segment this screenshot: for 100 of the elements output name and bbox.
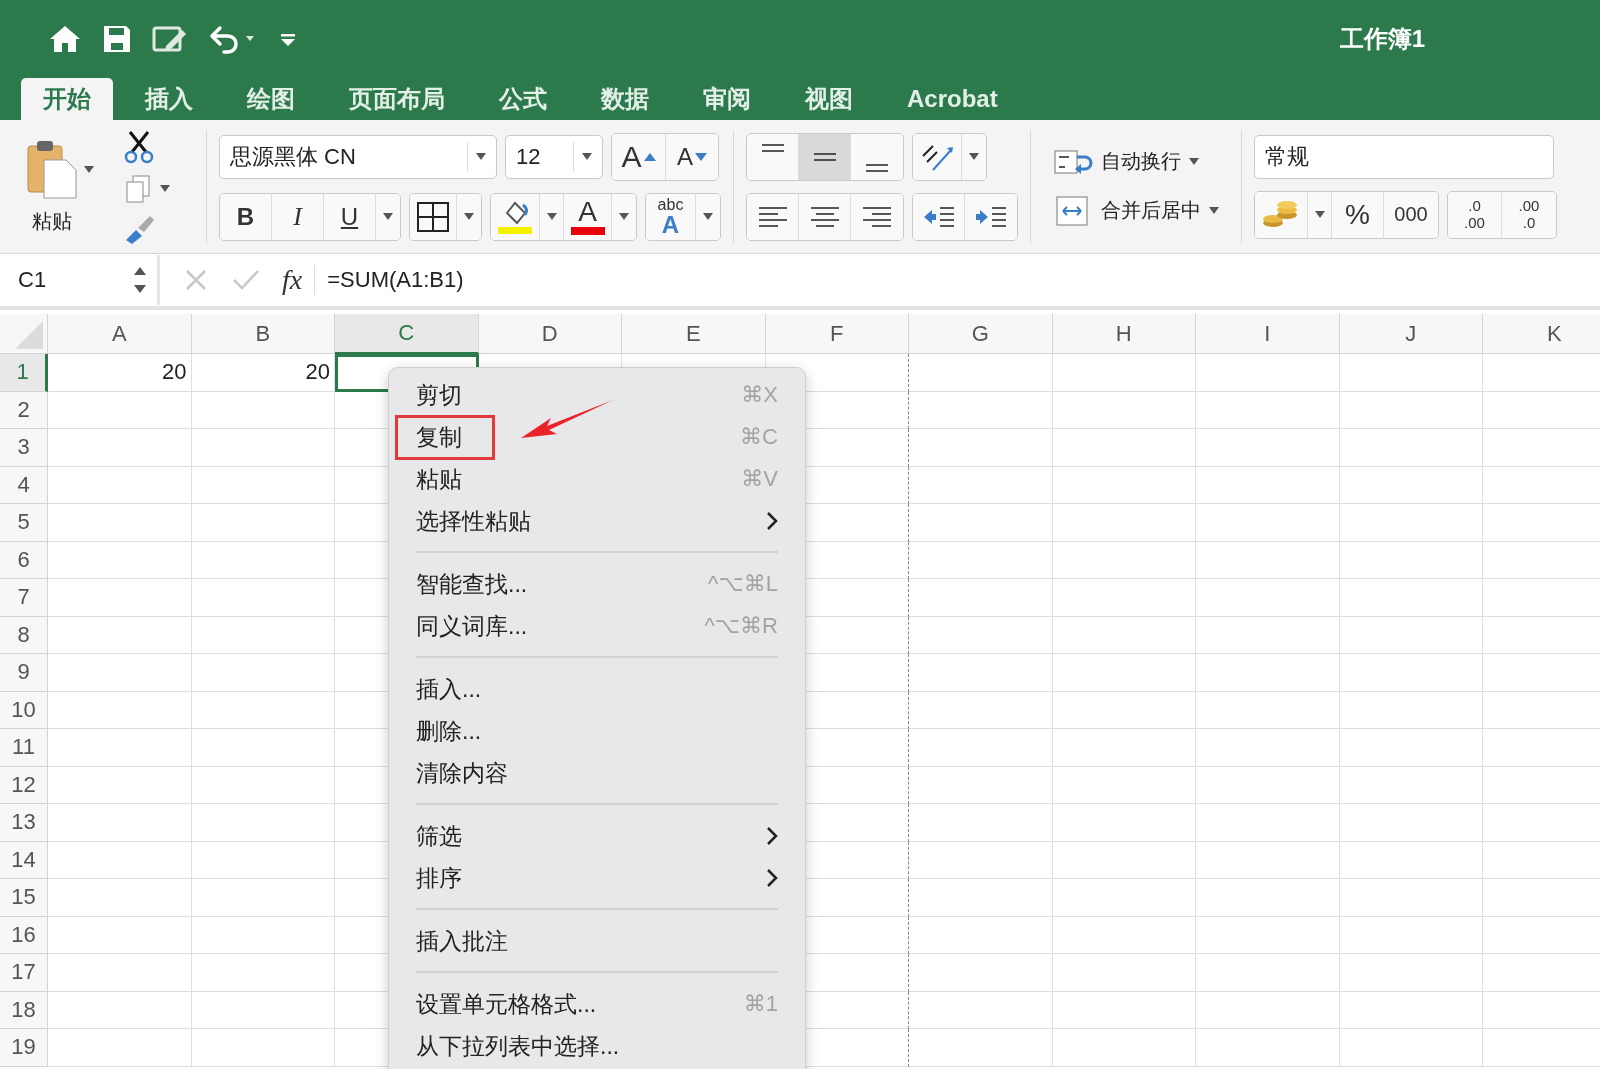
caret-icon xyxy=(619,212,629,221)
ribbon-tab[interactable]: 视图 xyxy=(778,78,880,120)
caret-icon xyxy=(703,212,713,221)
row-header[interactable]: 7 xyxy=(0,579,48,617)
menu-item[interactable]: 插入批注 xyxy=(389,920,805,962)
align-middle-icon xyxy=(812,152,837,161)
column-header[interactable]: F xyxy=(765,314,909,354)
spelling-button[interactable]: abc A xyxy=(646,193,696,240)
row-header[interactable]: 12 xyxy=(0,766,48,804)
row-header[interactable]: 14 xyxy=(0,841,48,879)
column-header[interactable]: H xyxy=(1052,314,1196,354)
borders-button[interactable] xyxy=(410,193,457,240)
menu-item[interactable]: 排序 xyxy=(389,857,805,899)
menu-item[interactable]: 清除内容 xyxy=(389,752,805,794)
menu-item[interactable]: 从下拉列表中选择... xyxy=(389,1025,805,1067)
formula-field[interactable]: =SUM(A1:B1) xyxy=(327,267,464,293)
column-header[interactable]: B xyxy=(191,314,335,354)
menu-item[interactable]: 同义词库... ^⌥⌘R xyxy=(389,605,805,647)
align-left-button[interactable] xyxy=(747,193,799,240)
number-format-field[interactable]: 常规 xyxy=(1254,134,1554,179)
triangle-icon xyxy=(15,321,43,349)
column-header[interactable]: E xyxy=(622,314,766,354)
column-header[interactable]: I xyxy=(1196,314,1340,354)
row-header[interactable]: 18 xyxy=(0,991,48,1029)
row-header[interactable]: 1 xyxy=(0,354,48,392)
fill-color-button[interactable] xyxy=(491,193,540,240)
row-header[interactable]: 11 xyxy=(0,729,48,767)
row-header[interactable]: 9 xyxy=(0,654,48,692)
ribbon-tab[interactable]: 页面布局 xyxy=(322,78,472,120)
grid-icon xyxy=(416,200,450,233)
wrap-text-button[interactable]: 自动换行 xyxy=(1049,146,1223,177)
grow-font-button[interactable]: A xyxy=(612,133,666,180)
row-header[interactable]: 2 xyxy=(0,391,48,429)
menu-item[interactable]: 剪切 ⌘X xyxy=(389,374,805,416)
row-header[interactable]: 5 xyxy=(0,504,48,542)
caret-icon xyxy=(1189,157,1199,166)
menu-item[interactable]: 智能查找... ^⌥⌘L xyxy=(389,563,805,605)
font-name-field[interactable]: 思源黑体 CN xyxy=(219,134,497,179)
home-icon[interactable] xyxy=(48,24,82,54)
align-right-icon xyxy=(862,204,892,229)
column-header[interactable]: J xyxy=(1339,314,1483,354)
function-button[interactable]: fx xyxy=(282,264,303,296)
vertical-align-button[interactable] xyxy=(799,133,851,180)
row-header[interactable]: 4 xyxy=(0,466,48,504)
check-icon[interactable] xyxy=(232,268,260,292)
font-size-field[interactable]: 12 xyxy=(505,134,603,179)
edit-icon[interactable] xyxy=(152,24,188,54)
table-cell: 20 xyxy=(191,354,335,392)
paste-button[interactable]: 粘贴 xyxy=(22,134,82,239)
name-box[interactable]: C1 xyxy=(0,255,160,305)
ribbon-tab[interactable]: 插入 xyxy=(118,78,220,120)
row-header[interactable]: 15 xyxy=(0,879,48,917)
row-header[interactable]: 16 xyxy=(0,916,48,954)
caret-icon[interactable] xyxy=(84,166,94,174)
vertical-align-button[interactable] xyxy=(747,133,799,180)
clipboard-icon xyxy=(26,138,78,200)
column-header[interactable]: C xyxy=(335,314,479,354)
caret-icon xyxy=(1209,206,1219,215)
menu-item[interactable]: 设置单元格格式... ⌘1 xyxy=(389,983,805,1025)
row-header[interactable]: 19 xyxy=(0,1029,48,1067)
ribbon-tab[interactable]: 公式 xyxy=(472,78,574,120)
caret-icon[interactable] xyxy=(160,184,170,193)
menu-item[interactable]: 插入... xyxy=(389,668,805,710)
menu-item[interactable]: 粘贴 ⌘V xyxy=(389,458,805,500)
increase-decimal-button[interactable]: .0 .00 xyxy=(1448,191,1502,238)
menu-item[interactable]: 选择性粘贴 xyxy=(389,500,805,542)
align-center-icon xyxy=(809,204,840,229)
save-icon[interactable] xyxy=(102,24,132,54)
row-header[interactable]: 3 xyxy=(0,429,48,467)
ribbon-tab[interactable]: 开始 xyxy=(21,78,113,120)
column-header[interactable]: D xyxy=(478,314,622,354)
triangle-up-icon xyxy=(643,152,656,161)
row-header[interactable]: 10 xyxy=(0,691,48,729)
ribbon-tab[interactable]: Acrobat xyxy=(880,78,1025,120)
caret-icon xyxy=(383,212,393,221)
row-header[interactable]: 6 xyxy=(0,541,48,579)
caret-icon xyxy=(1314,210,1325,219)
column-header[interactable]: G xyxy=(909,314,1053,354)
indent-icon xyxy=(974,204,1008,229)
brush-icon[interactable] xyxy=(124,213,156,244)
ribbon-tab[interactable]: 数据 xyxy=(574,78,676,120)
menu-item[interactable]: 复制 ⌘C xyxy=(389,416,805,458)
column-header[interactable]: K xyxy=(1483,314,1600,354)
ribbon-tab[interactable]: 审阅 xyxy=(676,78,778,120)
cut-icon[interactable] xyxy=(124,129,154,164)
bold-button[interactable]: B xyxy=(220,193,272,240)
row-header[interactable]: 8 xyxy=(0,616,48,654)
menu-item[interactable]: 删除... xyxy=(389,710,805,752)
ribbon-tab[interactable]: 绘图 xyxy=(220,78,322,120)
align-bottom-icon xyxy=(865,163,889,172)
row-header[interactable]: 13 xyxy=(0,804,48,842)
row-header[interactable]: 17 xyxy=(0,954,48,992)
menu-item[interactable]: 筛选 xyxy=(389,815,805,857)
text-orientation-button[interactable] xyxy=(913,133,962,180)
merge-center-button[interactable]: 合并后居中 xyxy=(1049,194,1223,227)
window-title: 工作簿1 xyxy=(1339,24,1425,54)
decrease-indent-button[interactable] xyxy=(913,193,965,240)
column-header[interactable]: A xyxy=(48,314,192,354)
triangle-down-icon xyxy=(695,152,707,161)
caret-icon xyxy=(546,212,557,221)
